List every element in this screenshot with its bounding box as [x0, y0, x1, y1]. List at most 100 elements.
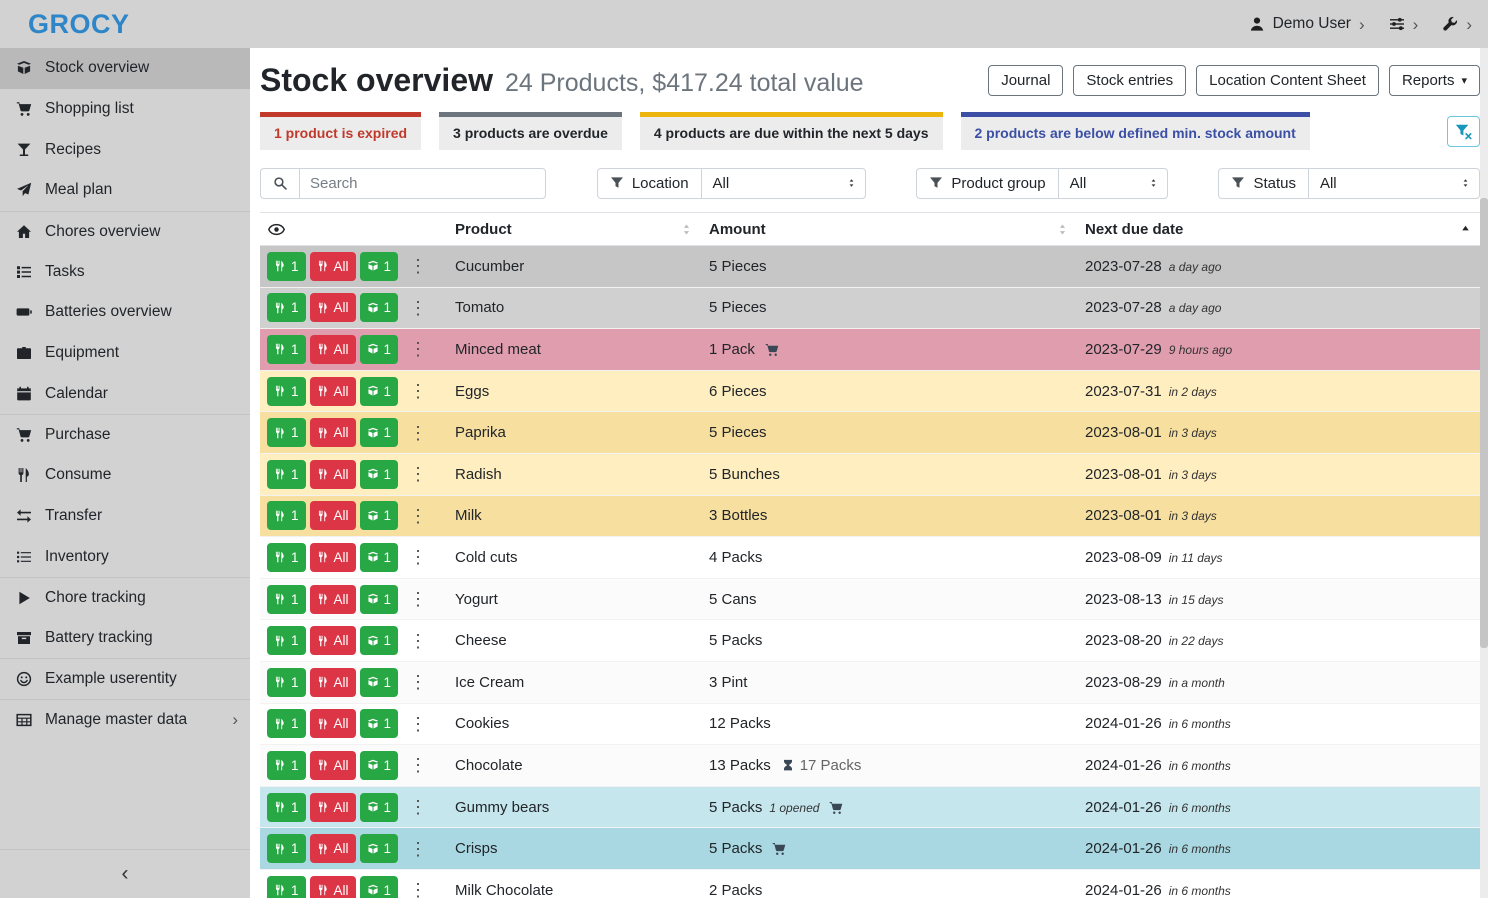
open-one-button[interactable]: 1 [360, 751, 399, 780]
consume-one-button[interactable]: 1 [267, 501, 306, 530]
user-menu[interactable]: Demo User › [1249, 15, 1365, 33]
banner-below-min[interactable]: 2 products are below defined min. stock … [961, 112, 1310, 150]
open-one-button[interactable]: 1 [360, 585, 399, 614]
consume-one-button[interactable]: 1 [267, 543, 306, 572]
row-menu-button[interactable]: ⋮ [405, 340, 431, 358]
row-menu-button[interactable]: ⋮ [405, 881, 431, 898]
row-menu-button[interactable]: ⋮ [405, 548, 431, 566]
row-menu-button[interactable]: ⋮ [405, 632, 431, 650]
consume-one-button[interactable]: 1 [267, 751, 306, 780]
open-one-button[interactable]: 1 [360, 460, 399, 489]
open-one-button[interactable]: 1 [360, 834, 399, 863]
sidebar-item-calendar[interactable]: Calendar [0, 374, 250, 415]
sidebar-item-batteries-overview[interactable]: Batteries overview [0, 292, 250, 333]
banner-overdue[interactable]: 3 products are overdue [439, 112, 622, 150]
stock-entries-button[interactable]: Stock entries [1073, 65, 1186, 96]
banner-due-soon[interactable]: 4 products are due within the next 5 day… [640, 112, 943, 150]
sidebar-item-chores-overview[interactable]: Chores overview [0, 211, 250, 252]
sidebar-item-recipes[interactable]: Recipes [0, 129, 250, 170]
row-menu-button[interactable]: ⋮ [405, 673, 431, 691]
sidebar-item-example-userentity[interactable]: Example userentity [0, 658, 250, 699]
location-content-sheet-button[interactable]: Location Content Sheet [1196, 65, 1379, 96]
consume-one-button[interactable]: 1 [267, 668, 306, 697]
open-one-button[interactable]: 1 [360, 293, 399, 322]
open-one-button[interactable]: 1 [360, 335, 399, 364]
row-menu-button[interactable]: ⋮ [405, 715, 431, 733]
row-menu-button[interactable]: ⋮ [405, 507, 431, 525]
open-one-button[interactable]: 1 [360, 377, 399, 406]
sidebar-item-manage-master-data[interactable]: Manage master data› [0, 699, 250, 740]
product-group-select[interactable]: All [1058, 168, 1168, 199]
consume-one-button[interactable]: 1 [267, 834, 306, 863]
consume-all-button[interactable]: All [310, 418, 356, 447]
open-one-button[interactable]: 1 [360, 418, 399, 447]
clear-filters-button[interactable] [1447, 116, 1480, 147]
consume-all-button[interactable]: All [310, 293, 356, 322]
consume-all-button[interactable]: All [310, 626, 356, 655]
consume-one-button[interactable]: 1 [267, 418, 306, 447]
consume-all-button[interactable]: All [310, 501, 356, 530]
consume-one-button[interactable]: 1 [267, 252, 306, 281]
consume-all-button[interactable]: All [310, 668, 356, 697]
sidebar-item-shopping-list[interactable]: Shopping list [0, 89, 250, 130]
grocy-logo[interactable]: GROCY [28, 9, 130, 40]
row-menu-button[interactable]: ⋮ [405, 840, 431, 858]
consume-all-button[interactable]: All [310, 709, 356, 738]
sidebar-item-chore-tracking[interactable]: Chore tracking [0, 577, 250, 618]
sort-icon[interactable] [680, 223, 693, 236]
open-one-button[interactable]: 1 [360, 501, 399, 530]
sort-up-icon[interactable] [1459, 223, 1472, 236]
consume-one-button[interactable]: 1 [267, 377, 306, 406]
consume-one-button[interactable]: 1 [267, 793, 306, 822]
row-menu-button[interactable]: ⋮ [405, 299, 431, 317]
consume-one-button[interactable]: 1 [267, 626, 306, 655]
sidebar-item-purchase[interactable]: Purchase [0, 414, 250, 455]
sort-icon[interactable] [1056, 223, 1069, 236]
row-menu-button[interactable]: ⋮ [405, 756, 431, 774]
sidebar-collapse-button[interactable]: ‹ [0, 849, 250, 898]
open-one-button[interactable]: 1 [360, 876, 399, 898]
sidebar-item-consume[interactable]: Consume [0, 455, 250, 496]
product-column-header[interactable]: Product [447, 213, 701, 246]
row-menu-button[interactable]: ⋮ [405, 424, 431, 442]
sidebar-item-meal-plan[interactable]: Meal plan [0, 170, 250, 211]
open-one-button[interactable]: 1 [360, 668, 399, 697]
consume-all-button[interactable]: All [310, 834, 356, 863]
search-input[interactable] [299, 168, 546, 199]
eye-icon[interactable] [268, 221, 285, 238]
open-one-button[interactable]: 1 [360, 626, 399, 655]
scrollbar-thumb[interactable] [1480, 198, 1488, 648]
consume-all-button[interactable]: All [310, 335, 356, 364]
open-one-button[interactable]: 1 [360, 543, 399, 572]
sidebar-item-stock-overview[interactable]: Stock overview [0, 48, 250, 89]
open-one-button[interactable]: 1 [360, 252, 399, 281]
journal-button[interactable]: Journal [988, 65, 1063, 96]
due-column-header[interactable]: Next due date [1077, 213, 1480, 246]
consume-all-button[interactable]: All [310, 793, 356, 822]
row-menu-button[interactable]: ⋮ [405, 590, 431, 608]
sidebar-item-inventory[interactable]: Inventory [0, 536, 250, 577]
row-menu-button[interactable]: ⋮ [405, 257, 431, 275]
consume-one-button[interactable]: 1 [267, 709, 306, 738]
row-menu-button[interactable]: ⋮ [405, 798, 431, 816]
open-one-button[interactable]: 1 [360, 793, 399, 822]
consume-all-button[interactable]: All [310, 460, 356, 489]
admin-tools-menu[interactable]: › [1442, 16, 1472, 33]
consume-all-button[interactable]: All [310, 252, 356, 281]
row-menu-button[interactable]: ⋮ [405, 465, 431, 483]
consume-one-button[interactable]: 1 [267, 585, 306, 614]
sidebar-item-equipment[interactable]: Equipment [0, 333, 250, 374]
consume-all-button[interactable]: All [310, 543, 356, 572]
consume-all-button[interactable]: All [310, 585, 356, 614]
consume-all-button[interactable]: All [310, 876, 356, 898]
banner-expired[interactable]: 1 product is expired [260, 112, 421, 150]
sidebar-item-transfer[interactable]: Transfer [0, 496, 250, 537]
quick-settings-menu[interactable]: › [1389, 16, 1419, 33]
consume-one-button[interactable]: 1 [267, 460, 306, 489]
sidebar-item-tasks[interactable]: Tasks [0, 251, 250, 292]
open-one-button[interactable]: 1 [360, 709, 399, 738]
consume-one-button[interactable]: 1 [267, 335, 306, 364]
consume-all-button[interactable]: All [310, 751, 356, 780]
reports-button[interactable]: Reports▾ [1389, 65, 1480, 96]
consume-one-button[interactable]: 1 [267, 876, 306, 898]
